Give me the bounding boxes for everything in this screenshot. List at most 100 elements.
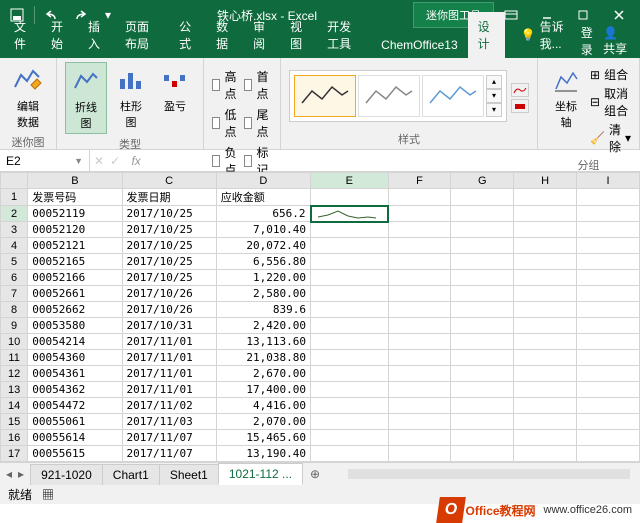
cell[interactable]: 839.6 xyxy=(216,302,310,318)
cell[interactable] xyxy=(577,414,640,430)
row-header[interactable]: 15 xyxy=(1,414,28,430)
cell[interactable]: 2017/11/01 xyxy=(122,350,216,366)
cell[interactable] xyxy=(514,318,577,334)
axis-button[interactable]: 坐标轴 xyxy=(546,62,586,132)
row-header[interactable]: 5 xyxy=(1,254,28,270)
cell[interactable] xyxy=(514,206,577,222)
winloss-sparkline-button[interactable]: 盈亏 xyxy=(155,62,195,116)
cell[interactable] xyxy=(388,222,451,238)
cell[interactable]: 2017/11/02 xyxy=(122,398,216,414)
cell-E16[interactable] xyxy=(311,430,389,446)
lastpoint-checkbox[interactable]: 尾点 xyxy=(244,106,272,140)
row-header[interactable]: 6 xyxy=(1,270,28,286)
style-item-3[interactable] xyxy=(422,75,484,117)
cell[interactable]: 2017/11/01 xyxy=(122,366,216,382)
cell[interactable] xyxy=(388,286,451,302)
cell[interactable] xyxy=(388,382,451,398)
cell[interactable] xyxy=(514,414,577,430)
cell[interactable]: 2,670.00 xyxy=(216,366,310,382)
share-button[interactable]: 👤 共享 xyxy=(603,26,632,57)
cell[interactable]: 2017/10/25 xyxy=(122,222,216,238)
cell-E8[interactable] xyxy=(311,302,389,318)
tab-chemoffice[interactable]: ChemOffice13 xyxy=(371,32,467,58)
cell[interactable]: 2017/11/07 xyxy=(122,446,216,462)
sheet-tab-1[interactable]: 921-1020 xyxy=(30,464,103,485)
row-header[interactable]: 16 xyxy=(1,430,28,446)
cell[interactable]: 00055614 xyxy=(28,430,122,446)
cell[interactable] xyxy=(577,382,640,398)
cell[interactable]: 00052661 xyxy=(28,286,122,302)
cell[interactable]: 应收金额 xyxy=(216,189,310,206)
sheet-tab-2[interactable]: Chart1 xyxy=(102,464,160,485)
cell[interactable]: 00053580 xyxy=(28,318,122,334)
tell-me[interactable]: 💡告诉我... xyxy=(515,12,573,58)
cell[interactable] xyxy=(388,302,451,318)
col-header-G[interactable]: G xyxy=(451,173,514,189)
cell[interactable] xyxy=(577,446,640,462)
cell[interactable]: 2017/10/26 xyxy=(122,302,216,318)
cell[interactable] xyxy=(577,366,640,382)
cell-E14[interactable] xyxy=(311,398,389,414)
cell[interactable]: 13,190.40 xyxy=(216,446,310,462)
tab-home[interactable]: 开始 xyxy=(41,12,78,58)
group-button[interactable]: ⊞组合 xyxy=(590,66,631,83)
col-header-H[interactable]: H xyxy=(514,173,577,189)
cell[interactable]: 2017/10/25 xyxy=(122,206,216,222)
row-header[interactable]: 7 xyxy=(1,286,28,302)
cell[interactable] xyxy=(514,366,577,382)
cell[interactable] xyxy=(388,366,451,382)
row-header[interactable]: 2 xyxy=(1,206,28,222)
row-header[interactable]: 14 xyxy=(1,398,28,414)
cell[interactable]: 4,416.00 xyxy=(216,398,310,414)
cell[interactable] xyxy=(388,350,451,366)
login-link[interactable]: 登录 xyxy=(581,24,597,58)
cell[interactable] xyxy=(451,206,514,222)
cell[interactable]: 7,010.40 xyxy=(216,222,310,238)
cell[interactable] xyxy=(577,350,640,366)
cell[interactable] xyxy=(451,382,514,398)
select-all-corner[interactable] xyxy=(1,173,28,189)
cell[interactable] xyxy=(451,254,514,270)
tab-pagelayout[interactable]: 页面布局 xyxy=(115,12,169,58)
cell[interactable]: 17,400.00 xyxy=(216,382,310,398)
sheet-nav-next[interactable]: ▸ xyxy=(18,467,24,481)
sheet-tab-3[interactable]: Sheet1 xyxy=(159,464,219,485)
cell-E9[interactable] xyxy=(311,318,389,334)
cell[interactable]: 656.2 xyxy=(216,206,310,222)
row-header[interactable]: 4 xyxy=(1,238,28,254)
tab-view[interactable]: 视图 xyxy=(280,12,317,58)
cell[interactable]: 发票号码 xyxy=(28,189,122,206)
cell[interactable]: 21,038.80 xyxy=(216,350,310,366)
cell[interactable]: 00054472 xyxy=(28,398,122,414)
cell[interactable] xyxy=(577,206,640,222)
gallery-up[interactable]: ▴ xyxy=(486,75,502,89)
cell[interactable] xyxy=(388,270,451,286)
row-header[interactable]: 12 xyxy=(1,366,28,382)
tab-formulas[interactable]: 公式 xyxy=(169,12,206,58)
firstpoint-checkbox[interactable]: 首点 xyxy=(244,68,272,102)
style-item-2[interactable] xyxy=(358,75,420,117)
cell-E17[interactable] xyxy=(311,446,389,462)
cell[interactable]: 00055061 xyxy=(28,414,122,430)
horizontal-scrollbar[interactable] xyxy=(338,467,640,481)
name-box[interactable]: E2▼ xyxy=(0,150,90,171)
macro-record-icon[interactable]: ▦ xyxy=(42,488,54,502)
col-header-C[interactable]: C xyxy=(122,173,216,189)
cell[interactable] xyxy=(514,430,577,446)
clear-button[interactable]: 🧹清除 ▾ xyxy=(590,121,631,155)
cell[interactable]: 00052120 xyxy=(28,222,122,238)
cell[interactable] xyxy=(451,318,514,334)
sparkline-color[interactable] xyxy=(511,83,529,97)
row-header[interactable]: 9 xyxy=(1,318,28,334)
row-header[interactable]: 3 xyxy=(1,222,28,238)
cell-E13[interactable] xyxy=(311,382,389,398)
cell[interactable] xyxy=(388,446,451,462)
column-sparkline-button[interactable]: 柱形图 xyxy=(111,62,151,132)
cell[interactable] xyxy=(514,302,577,318)
cell[interactable] xyxy=(388,189,451,206)
cell-E15[interactable] xyxy=(311,414,389,430)
cell[interactable] xyxy=(514,189,577,206)
row-header[interactable]: 17 xyxy=(1,446,28,462)
cell[interactable]: 2,420.00 xyxy=(216,318,310,334)
cell[interactable] xyxy=(514,286,577,302)
